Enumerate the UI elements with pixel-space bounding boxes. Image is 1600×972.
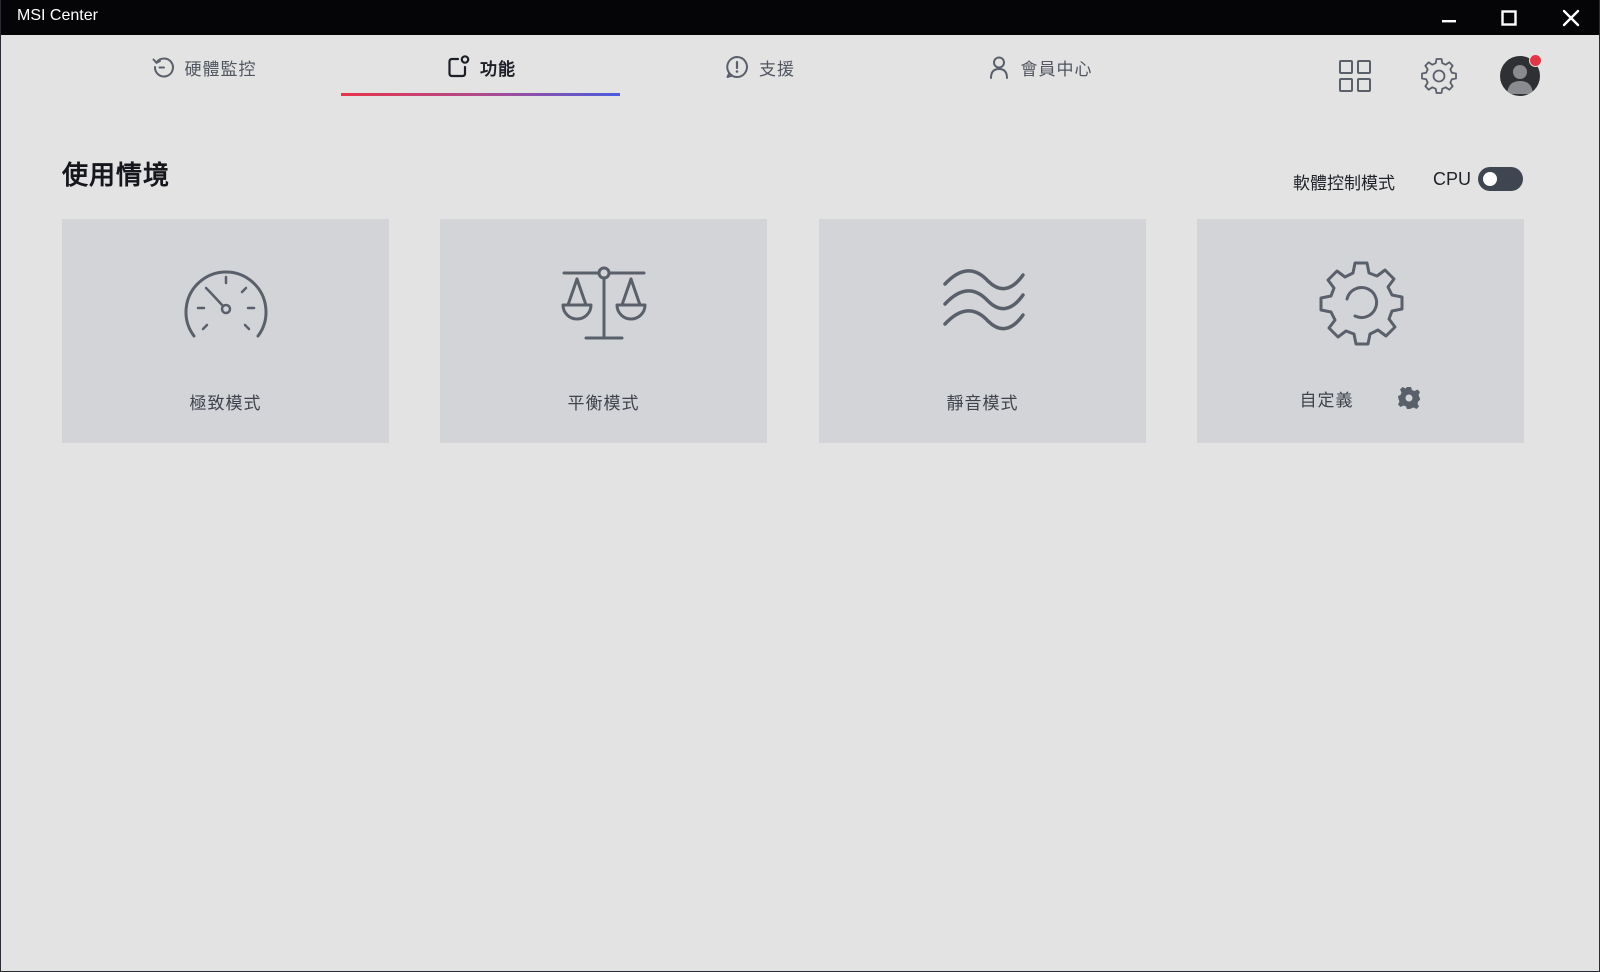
maximize-icon xyxy=(1501,9,1517,26)
clock-refresh-icon xyxy=(152,57,174,78)
scenario-card-balanced[interactable]: 平衡模式 xyxy=(440,219,767,443)
cpu-toggle[interactable] xyxy=(1478,167,1523,191)
tab-support[interactable]: 支援 xyxy=(620,50,899,96)
minimize-button[interactable] xyxy=(1419,0,1479,35)
card-label: 靜音模式 xyxy=(946,394,1019,414)
scenario-card-custom[interactable]: 自定義 xyxy=(1197,219,1524,443)
apps-grid-button[interactable] xyxy=(1335,56,1375,96)
app-window: MSI Center 硬體監控 功能 支援 會員中心 使用情境 軟體控制模式 C… xyxy=(0,0,1600,972)
tab-hardware-monitor[interactable]: 硬體監控 xyxy=(65,50,341,96)
custom-label-row: 自定義 xyxy=(1197,385,1524,411)
scenario-card-silent[interactable]: 靜音模式 xyxy=(819,219,1146,443)
close-button[interactable] xyxy=(1541,0,1599,35)
cpu-label: CPU xyxy=(1433,169,1472,189)
card-icon-wrap xyxy=(62,259,389,359)
software-control-mode-label: 軟體控制模式 xyxy=(1293,174,1395,194)
scenario-card-extreme[interactable]: 極致模式 xyxy=(62,219,389,443)
toggle-knob xyxy=(1483,172,1497,186)
close-icon xyxy=(1562,9,1580,26)
window-title: MSI Center xyxy=(17,7,98,24)
user-icon xyxy=(989,56,1008,79)
card-icon-wrap xyxy=(819,259,1146,359)
tab-label: 支援 xyxy=(759,59,795,80)
maximize-button[interactable] xyxy=(1479,0,1539,35)
gear-icon xyxy=(1319,261,1403,346)
card-icon-wrap xyxy=(1197,259,1524,359)
card-icon-wrap xyxy=(440,259,767,359)
card-label: 自定義 xyxy=(1299,390,1354,411)
tab-label: 會員中心 xyxy=(1020,59,1093,80)
small-gear-icon xyxy=(1397,387,1420,409)
feature-box-icon xyxy=(448,55,470,78)
title-bar[interactable]: MSI Center xyxy=(1,0,1599,35)
balance-scale-icon xyxy=(561,266,646,340)
grid-apps-icon xyxy=(1339,60,1371,92)
custom-settings-button[interactable] xyxy=(1396,385,1422,411)
card-label: 平衡模式 xyxy=(567,394,640,414)
settings-button[interactable] xyxy=(1419,56,1459,96)
speedometer-icon xyxy=(184,270,267,338)
tab-label: 功能 xyxy=(480,59,516,80)
card-label: 極致模式 xyxy=(189,394,262,414)
minimize-icon xyxy=(1442,19,1456,22)
tab-label: 硬體監控 xyxy=(184,59,257,80)
active-tab-indicator xyxy=(341,93,620,96)
tab-member-center[interactable]: 會員中心 xyxy=(899,50,1179,96)
notification-badge xyxy=(1529,54,1542,67)
waves-icon xyxy=(942,269,1025,331)
page-title: 使用情境 xyxy=(62,161,171,191)
support-alert-icon xyxy=(726,56,748,78)
gear-icon xyxy=(1421,58,1457,94)
tab-features[interactable]: 功能 xyxy=(341,50,620,96)
